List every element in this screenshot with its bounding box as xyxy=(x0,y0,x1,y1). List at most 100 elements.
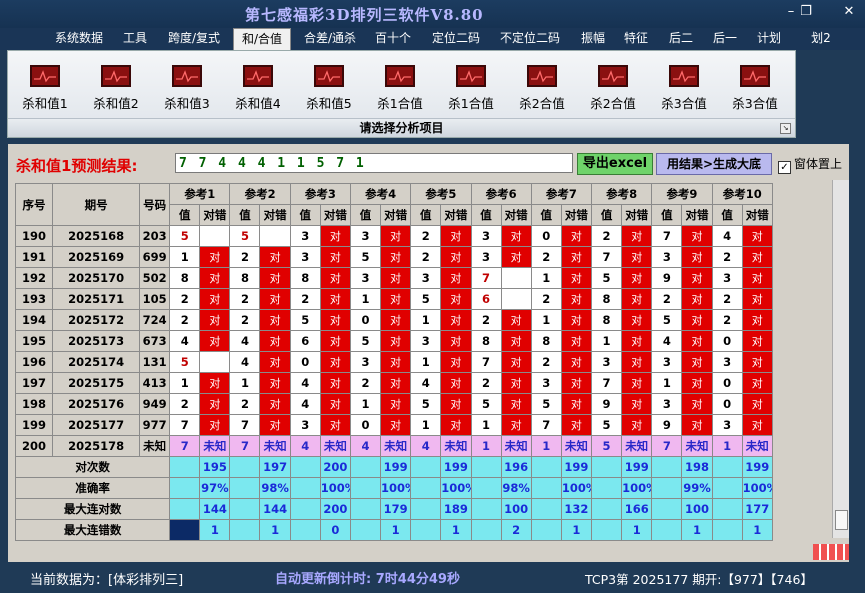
ribbon-expand-icon[interactable]: ↘ xyxy=(780,123,791,134)
stats-blank xyxy=(410,456,442,478)
menu-tab[interactable]: 跨度/复式 xyxy=(160,28,228,50)
stats-value: 199 xyxy=(741,456,774,478)
row-period: 2025171 xyxy=(52,288,141,310)
prediction-result-field[interactable]: 7 7 4 4 4 1 1 5 7 1 xyxy=(175,153,573,173)
ref-value: 6 xyxy=(289,330,321,352)
ribbon-button-label: 杀和值3 xyxy=(164,96,210,111)
menu-tab[interactable]: 工具 xyxy=(116,28,154,50)
ribbon-analysis-button[interactable]: 杀和值5 xyxy=(296,65,362,112)
menu-tab[interactable]: 振幅 xyxy=(574,28,612,50)
stats-value: 199 xyxy=(560,456,593,478)
stats-row: 对次数 195 197 200 199 199 196 199 199 198 199 xyxy=(14,456,774,478)
scrollbar-thumb[interactable] xyxy=(835,510,848,530)
pin-on-top-checkbox[interactable]: ✓ 窗体置上 xyxy=(778,155,842,174)
menu-tab[interactable]: 百十个 xyxy=(371,28,415,50)
row-period: 2025178 xyxy=(52,435,141,457)
ribbon-analysis-button[interactable]: 杀1合值 xyxy=(438,65,504,112)
chart-monitor-icon xyxy=(740,65,770,87)
stats-value: 100 xyxy=(500,498,532,520)
menu-tab[interactable]: 定位二码 xyxy=(425,28,487,50)
ref-result-unknown: 未知 xyxy=(440,435,472,457)
stats-value: 1 xyxy=(621,519,653,541)
stats-value: 1 xyxy=(199,519,231,541)
ref-value: 7 xyxy=(229,435,261,457)
stats-value: 0 xyxy=(319,519,351,541)
ref-result: 对 xyxy=(621,393,653,415)
ref-value: 8 xyxy=(229,267,261,289)
ribbon-analysis-button[interactable]: 杀1合值 xyxy=(367,65,433,112)
row-seq: 198 xyxy=(14,393,54,415)
stats-value: 199 xyxy=(440,456,472,478)
ribbon-analysis-button[interactable]: 杀2合值 xyxy=(580,65,646,112)
ref-value: 7 xyxy=(470,267,502,289)
ref-result-unknown: 未知 xyxy=(681,435,713,457)
ref-value: 3 xyxy=(651,393,683,415)
menu-tab[interactable]: 合差/通杀 xyxy=(296,28,364,50)
export-excel-button[interactable]: 导出excel xyxy=(577,153,653,175)
stats-blank xyxy=(530,477,562,499)
stats-blank xyxy=(591,477,623,499)
ribbon-analysis-button[interactable]: 杀和值4 xyxy=(225,65,291,112)
ref-value: 1 xyxy=(530,309,562,331)
ribbon-analysis-button[interactable]: 杀和值1 xyxy=(12,65,78,112)
ref-result: 对 xyxy=(741,246,774,268)
menu-tab[interactable]: 计划 xyxy=(751,28,787,50)
ref-value: 2 xyxy=(349,372,382,394)
ref-result: 对 xyxy=(500,414,532,436)
menu-tab[interactable]: 后一 xyxy=(706,28,744,50)
menu-tab[interactable]: 后二 xyxy=(662,28,700,50)
ref-value: 8 xyxy=(591,288,623,310)
stats-blank xyxy=(711,498,743,520)
ref-value: 8 xyxy=(470,330,502,352)
ref-value: 2 xyxy=(711,246,743,268)
stats-blank xyxy=(289,519,321,541)
checkbox-check-icon[interactable]: ✓ xyxy=(778,161,791,174)
ribbon-analysis-button[interactable]: 杀3合值 xyxy=(722,65,788,112)
chart-monitor-icon xyxy=(598,65,628,87)
menu-tab[interactable]: 系统数据 xyxy=(48,28,110,50)
ref-value: 4 xyxy=(410,372,442,394)
stats-value: 2 xyxy=(500,519,532,541)
ribbon-analysis-button[interactable]: 杀和值2 xyxy=(83,65,149,112)
header-ref: 参考4 xyxy=(349,183,412,205)
vertical-scrollbar[interactable] xyxy=(832,180,849,538)
stats-value: 166 xyxy=(621,498,653,520)
row-period: 2025172 xyxy=(52,309,141,331)
ref-result xyxy=(199,225,231,247)
menu-tab[interactable]: 特征 xyxy=(617,28,655,50)
row-seq: 190 xyxy=(14,225,54,247)
ref-value: 3 xyxy=(289,225,321,247)
ribbon-button-label: 杀和值5 xyxy=(306,96,352,111)
row-code: 699 xyxy=(139,246,171,268)
ref-result: 对 xyxy=(560,330,593,352)
menu-tab[interactable]: 和/合值 xyxy=(233,28,291,51)
stats-value: 1 xyxy=(560,519,593,541)
ref-result: 对 xyxy=(560,288,593,310)
stats-blank xyxy=(410,477,442,499)
ribbon-analysis-button[interactable]: 杀3合值 xyxy=(651,65,717,112)
ref-value: 9 xyxy=(651,414,683,436)
stats-blank xyxy=(591,456,623,478)
ref-result: 对 xyxy=(199,330,231,352)
ribbon-analysis-button[interactable]: 杀2合值 xyxy=(509,65,575,112)
ribbon-button-label: 杀1合值 xyxy=(448,96,494,111)
prediction-label: 杀和值1预测结果: xyxy=(16,157,138,175)
menu-tab[interactable]: 划2 xyxy=(806,28,836,50)
row-code: 131 xyxy=(139,351,171,373)
row-code: 未知 xyxy=(139,435,171,457)
close-icon[interactable]: ✕ xyxy=(838,3,860,21)
menu-tab[interactable]: 不定位二码 xyxy=(492,28,568,50)
ref-result: 对 xyxy=(741,372,774,394)
header-result: 对错 xyxy=(741,204,774,226)
ribbon-analysis-button[interactable]: 杀和值3 xyxy=(154,65,220,112)
ref-value: 2 xyxy=(229,246,261,268)
generate-base-button[interactable]: 用结果>生成大底 xyxy=(656,153,772,175)
stats-value: 144 xyxy=(199,498,231,520)
ref-value: 7 xyxy=(229,414,261,436)
ref-value: 2 xyxy=(711,309,743,331)
stats-blank xyxy=(711,519,743,541)
ref-value: 4 xyxy=(169,330,201,352)
ref-result: 对 xyxy=(621,372,653,394)
ribbon-button-label: 杀和值4 xyxy=(235,96,281,111)
maximize-icon[interactable]: ❐ xyxy=(795,3,817,21)
